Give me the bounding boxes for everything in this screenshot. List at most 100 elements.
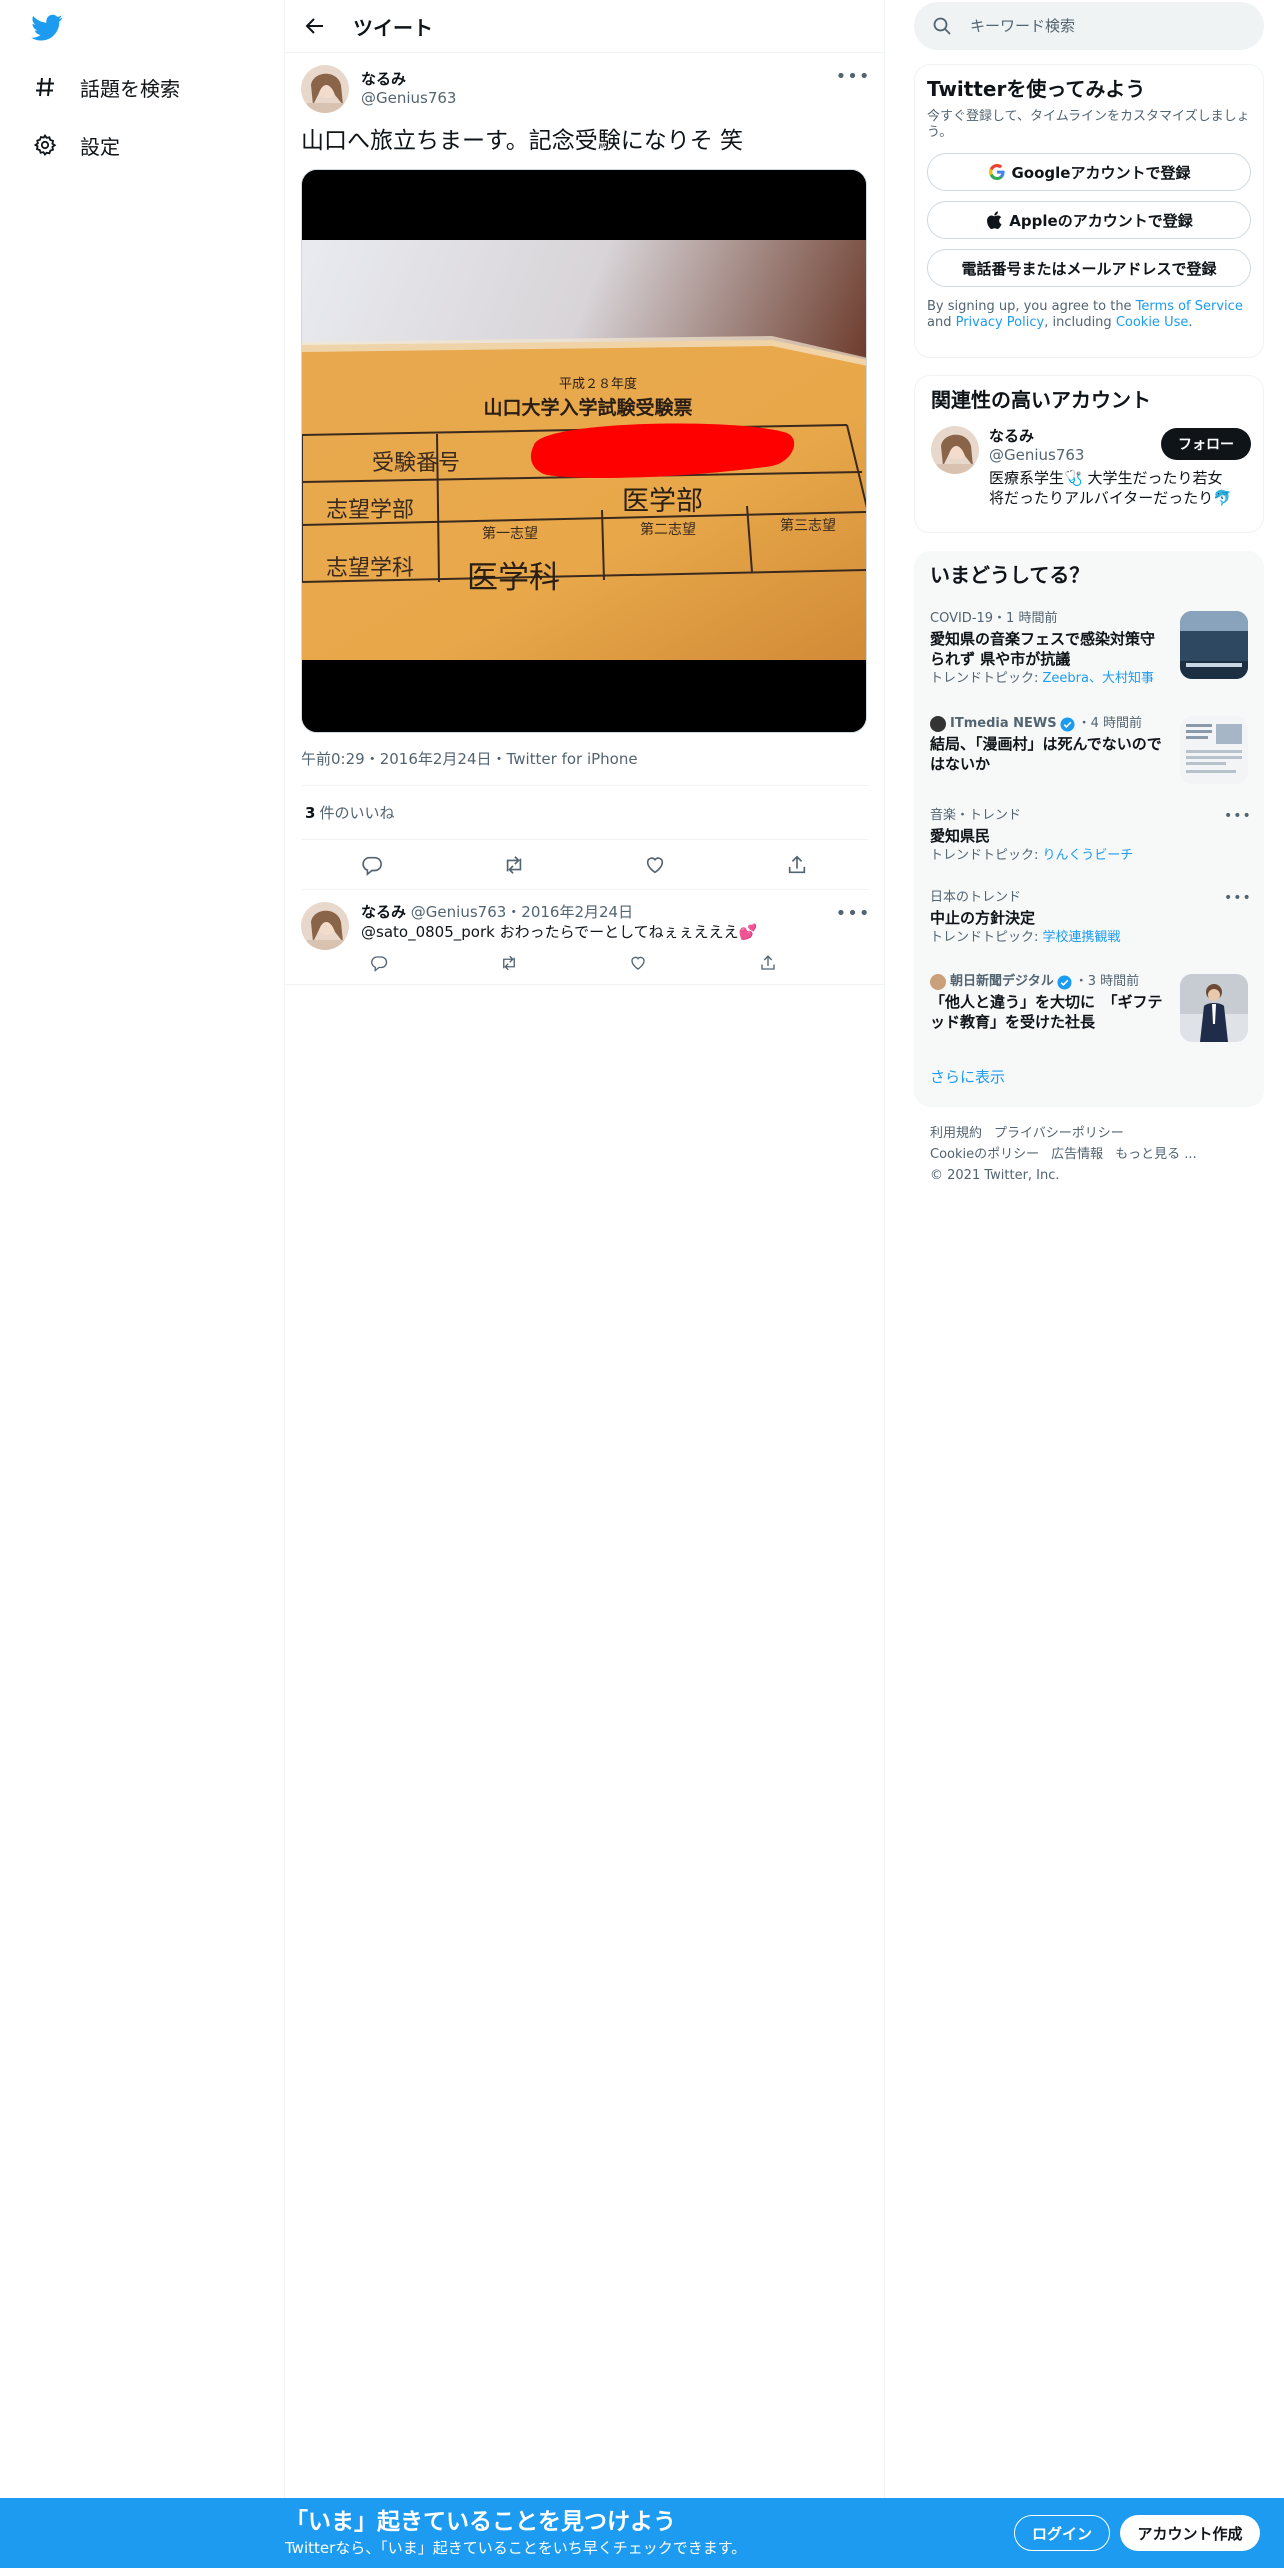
footer-cookie-link[interactable]: Cookieのポリシー xyxy=(930,1147,1039,1162)
bottom-signup-bar: 「いま」起きていることを見つけよう Twitterなら、「いま」起きていることを… xyxy=(0,2498,1284,2568)
trend-item[interactable]: 日本のトレンド 中止の方針決定 トレンドトピック: 学校連携観戦 ••• xyxy=(930,890,1251,946)
trend-topic: トレンドトピック: 学校連携観戦 xyxy=(930,930,1248,946)
terms-of-service-link[interactable]: Terms of Service xyxy=(1136,299,1243,314)
more-options-icon[interactable]: ••• xyxy=(1224,890,1251,908)
trend-title: 結局、「漫画村」は死んでないのではないか xyxy=(930,735,1162,773)
like-heart-icon[interactable] xyxy=(637,847,673,883)
trends-title: いまどうしてる？ xyxy=(930,563,1090,587)
reply-icon[interactable] xyxy=(361,945,397,981)
nav-item-explore[interactable]: 話題を検索 xyxy=(30,67,180,107)
trend-topic-prefix: トレンドトピック: xyxy=(930,848,1043,863)
separator: ・ xyxy=(364,750,380,768)
reply-author-handle[interactable]: @Genius763 xyxy=(411,903,506,921)
search-icon xyxy=(932,16,952,36)
image-col2: 第二志望 xyxy=(640,521,696,538)
reply-actions xyxy=(361,948,786,978)
tweet-image[interactable]: 平成２８年度 山口大学入学試験受験票 受験番号 志望学部 医学部 第一志望 第二… xyxy=(301,169,867,733)
share-icon[interactable] xyxy=(750,945,786,981)
related-title: 関連性の高いアカウント xyxy=(931,388,1151,412)
search-input[interactable] xyxy=(970,17,1240,35)
tweet-detail: なるみ @Genius763 ••• 山口へ旅立ちまーす。記念受験になりそ 笑 xyxy=(285,53,884,890)
apple-icon xyxy=(985,211,1003,229)
trend-title: 「他人と違う」を大切に 「ギフテッド教育」を受けた社長 xyxy=(930,993,1163,1031)
follow-button[interactable]: フォロー xyxy=(1161,428,1251,460)
reply-date[interactable]: 2016年2月24日 xyxy=(521,903,633,921)
trend-item[interactable]: 音楽・トレンド 愛知県民 トレンドトピック: りんくうビーチ ••• xyxy=(930,808,1251,864)
page-header: ツイート xyxy=(285,0,884,53)
terms-text: . xyxy=(1188,315,1193,330)
reply-icon[interactable] xyxy=(354,847,390,883)
phone-email-signup-button[interactable]: 電話番号またはメールアドレスで登録 xyxy=(927,249,1251,287)
show-more-link[interactable]: さらに表示 xyxy=(930,1066,1005,1087)
trend-item[interactable]: COVID-19・1 時間前 愛知県の音楽フェスで感染対策守られず 県や市が抗議… xyxy=(930,611,1248,687)
author-name[interactable]: なるみ xyxy=(361,69,456,89)
twitter-bird-icon[interactable] xyxy=(31,14,65,44)
page-title: ツイート xyxy=(353,15,433,40)
trend-item[interactable]: 朝日新聞デジタル ・3 時間前 「他人と違う」を大切に 「ギフテッド教育」を受けた… xyxy=(930,974,1248,1042)
related-account[interactable]: なるみ @Genius763 医療系学生🩺 大学生だったり若女将だったりアルバイ… xyxy=(931,426,1251,508)
avatar[interactable] xyxy=(301,902,349,950)
google-signup-button[interactable]: Googleアカウントで登録 xyxy=(927,153,1251,191)
tweet-date[interactable]: 2016年2月24日 xyxy=(380,750,492,768)
google-signup-label: Googleアカウントで登録 xyxy=(1011,163,1191,182)
trend-title: 中止の方針決定 xyxy=(930,909,1036,927)
trend-time: ・4 時間前 xyxy=(1077,716,1142,731)
more-options-icon[interactable]: ••• xyxy=(836,65,870,87)
create-account-button[interactable]: アカウント作成 xyxy=(1120,2515,1260,2551)
trend-title: 愛知県民 xyxy=(930,827,991,845)
trend-topic-link[interactable]: Zeebra、大村知事 xyxy=(1043,671,1154,686)
footer-more-link[interactable]: もっと見る ... xyxy=(1115,1147,1197,1162)
reply-tweet[interactable]: なるみ @Genius763・2016年2月24日 @sato_0805_por… xyxy=(285,890,884,985)
related-account-bio: 医療系学生🩺 大学生だったり若女将だったりアルバイターだったり🐬 xyxy=(989,469,1232,507)
more-options-icon[interactable]: ••• xyxy=(836,902,870,924)
like-heart-icon[interactable] xyxy=(620,945,656,981)
footer-privacy-link[interactable]: プライバシーポリシー xyxy=(994,1126,1124,1141)
footer-ads-link[interactable]: 広告情報 xyxy=(1051,1147,1103,1162)
more-options-icon[interactable]: ••• xyxy=(1224,808,1251,826)
apple-signup-label: Appleのアカウントで登録 xyxy=(1009,211,1193,230)
privacy-policy-link[interactable]: Privacy Policy xyxy=(956,315,1045,330)
footer-terms-link[interactable]: 利用規約 xyxy=(930,1126,982,1141)
separator: ・ xyxy=(491,750,507,768)
avatar[interactable] xyxy=(301,65,349,113)
signup-title: Twitterを使ってみよう xyxy=(927,77,1146,101)
gear-icon xyxy=(30,130,60,160)
trend-topic-link[interactable]: りんくうビーチ xyxy=(1043,848,1134,863)
terms-text: By signing up, you agree to the xyxy=(927,299,1136,314)
cookie-use-link[interactable]: Cookie Use xyxy=(1116,315,1189,330)
reply-author-name[interactable]: なるみ xyxy=(361,903,406,921)
apple-signup-button[interactable]: Appleのアカウントで登録 xyxy=(927,201,1251,239)
trend-source: 朝日新聞デジタル xyxy=(950,974,1054,989)
nav-item-settings[interactable]: 設定 xyxy=(30,125,120,165)
verified-badge-icon xyxy=(1060,716,1075,732)
reply-mention[interactable]: @sato_0805_pork xyxy=(361,923,495,941)
trend-item[interactable]: ITmedia NEWS ・4 時間前 結局、「漫画村」は死んでないのではないか xyxy=(930,716,1248,784)
likes-count[interactable]: 3 件のいいね xyxy=(301,786,868,840)
bottom-bar-subtitle: Twitterなら、「いま」起きていることをいち早くチェックできます。 xyxy=(285,2539,747,2557)
search-box[interactable] xyxy=(914,2,1264,50)
share-icon[interactable] xyxy=(779,847,815,883)
login-button[interactable]: ログイン xyxy=(1014,2515,1110,2551)
itmedia-icon xyxy=(930,716,946,732)
trend-thumbnail xyxy=(1180,716,1248,784)
left-navigation: 話題を検索 設定 xyxy=(0,0,285,2498)
terms-text: and xyxy=(927,315,956,330)
trend-topic-link[interactable]: 学校連携観戦 xyxy=(1043,930,1121,945)
avatar[interactable] xyxy=(931,426,979,474)
author-handle[interactable]: @Genius763 xyxy=(361,89,456,107)
tweet-time[interactable]: 午前0:29 xyxy=(301,750,365,768)
retweet-icon[interactable] xyxy=(496,847,532,883)
tweet-timestamp: 午前0:29・2016年2月24日・Twitter for iPhone xyxy=(301,749,868,786)
image-col1: 第一志望 xyxy=(482,525,538,542)
tweet-actions xyxy=(301,840,868,890)
retweet-icon[interactable] xyxy=(491,945,527,981)
image-heading-2: 山口大学入学試験受験票 xyxy=(483,396,692,419)
bottom-bar-title: 「いま」起きていることを見つけよう xyxy=(285,2509,676,2535)
trends-card: いまどうしてる？ COVID-19・1 時間前 愛知県の音楽フェスで感染対策守ら… xyxy=(914,551,1264,1107)
nav-item-label: 話題を検索 xyxy=(80,76,180,101)
trend-topic-prefix: トレンドトピック: xyxy=(930,671,1043,686)
tweet-source[interactable]: Twitter for iPhone xyxy=(507,750,638,768)
tweet-author: なるみ @Genius763 ••• xyxy=(301,65,870,113)
back-arrow-icon[interactable] xyxy=(297,8,333,44)
related-accounts-card: 関連性の高いアカウント なるみ @Genius763 医療系学生🩺 大学生だった… xyxy=(914,375,1264,533)
